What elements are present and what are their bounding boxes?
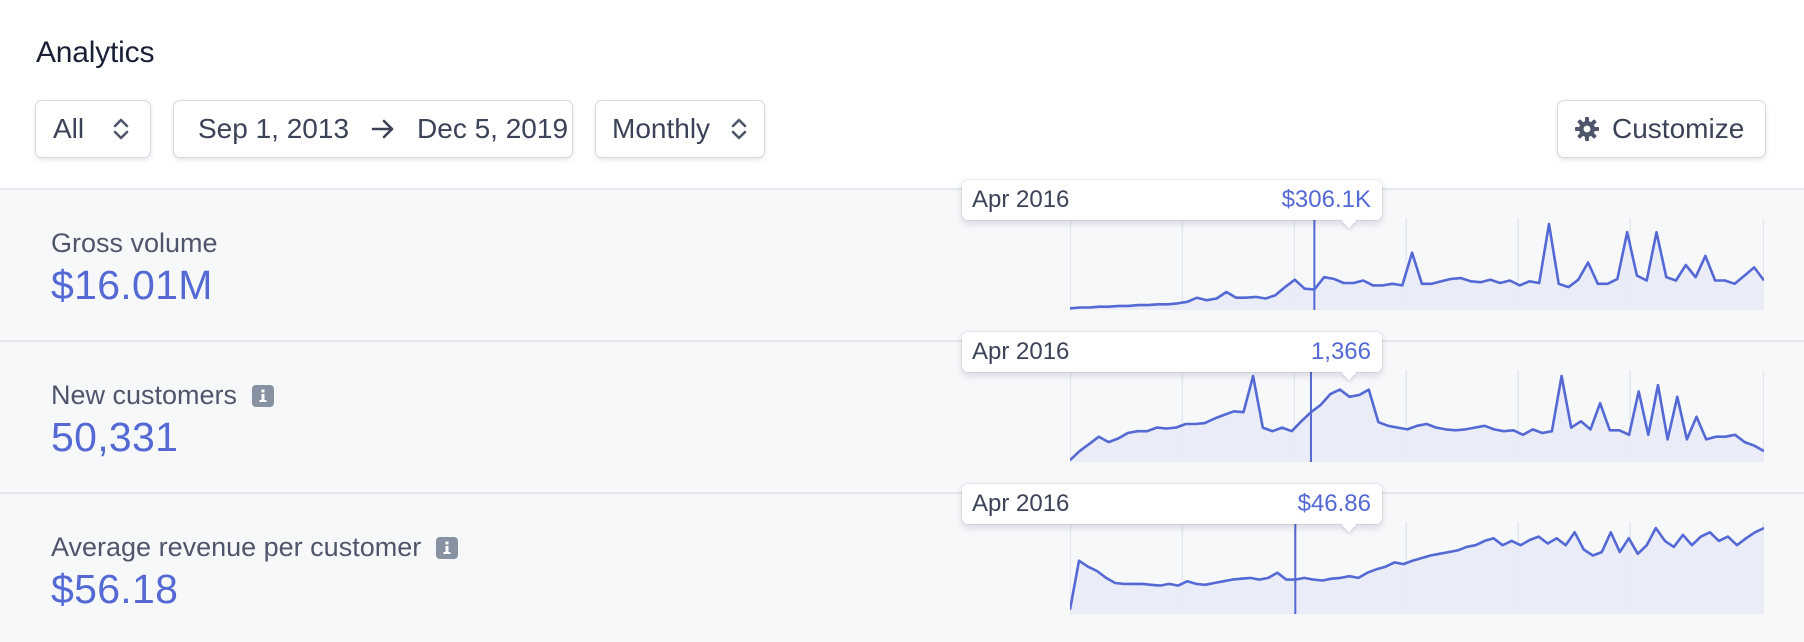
- chart-tooltip: Apr 2016 $306.1K: [962, 180, 1382, 229]
- tooltip-period: Apr 2016: [972, 186, 1070, 213]
- arrow-right-icon: [371, 118, 395, 140]
- metric-label: New customers: [51, 380, 275, 411]
- gear-icon: [1574, 116, 1600, 142]
- new-customers-sparkline[interactable]: [1070, 370, 1764, 462]
- date-range-start: Sep 1, 2013: [198, 113, 350, 144]
- metric-row-gross-volume[interactable]: Gross volume $16.01M Apr 2016 $306.1K: [0, 180, 1804, 340]
- chevron-up-down-icon: [730, 116, 748, 149]
- metric-label-text: Gross volume: [51, 228, 218, 258]
- metric-row-new-customers[interactable]: New customers 50,331 Apr 2016 1,366: [0, 332, 1804, 492]
- date-range-picker[interactable]: Sep 1, 2013 Dec 5, 2019: [173, 100, 573, 158]
- chart-tooltip: Apr 2016 1,366: [962, 332, 1382, 381]
- series-area: [1070, 528, 1764, 614]
- metric-value: $16.01M: [51, 262, 213, 308]
- tooltip-value: $306.1K: [1281, 186, 1371, 213]
- metric-row-average-revenue[interactable]: Average revenue per customer $56.18 Apr …: [0, 484, 1804, 642]
- interval-select-value: Monthly: [612, 113, 711, 144]
- average-revenue-sparkline[interactable]: [1070, 522, 1764, 614]
- chart-tooltip: Apr 2016 $46.86: [962, 484, 1382, 533]
- date-range-end: Dec 5, 2019: [417, 113, 569, 144]
- metric-label: Average revenue per customer: [51, 532, 459, 563]
- customize-label: Customize: [1612, 113, 1745, 144]
- page-title: Analytics: [36, 36, 155, 69]
- customize-button[interactable]: Customize: [1557, 100, 1766, 158]
- metric-label: Gross volume: [51, 228, 218, 259]
- tooltip-value: 1,366: [1310, 338, 1371, 365]
- scope-select[interactable]: All: [35, 100, 151, 158]
- gross-volume-sparkline[interactable]: [1070, 218, 1764, 310]
- tooltip-value: $46.86: [1297, 490, 1371, 517]
- metric-value: $56.18: [51, 566, 179, 612]
- tooltip-period: Apr 2016: [972, 490, 1070, 517]
- chevron-up-down-icon: [112, 116, 130, 149]
- metric-label-text: Average revenue per customer: [51, 532, 422, 562]
- metric-label-text: New customers: [51, 380, 238, 410]
- info-icon[interactable]: [436, 536, 459, 559]
- interval-select[interactable]: Monthly: [595, 100, 765, 158]
- metric-value: 50,331: [51, 414, 179, 460]
- info-icon[interactable]: [252, 384, 275, 407]
- tooltip-period: Apr 2016: [972, 338, 1070, 365]
- scope-select-value: All: [53, 113, 85, 144]
